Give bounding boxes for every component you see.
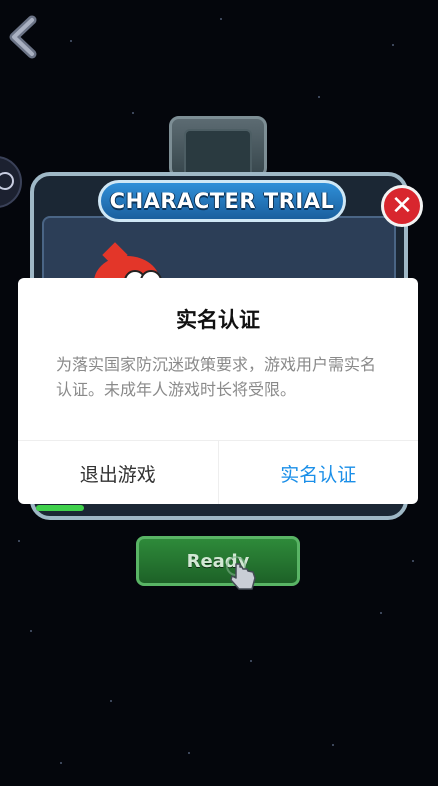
dialog-body: 为落实国家防沉迷政策要求，游戏用户需实名认证。未成年人游戏时长将受限。	[56, 355, 377, 399]
banner-title: CHARACTER TRIAL	[109, 189, 335, 213]
hand-pointer-icon	[226, 556, 256, 590]
real-name-dialog: 实名认证 为落实国家防沉迷政策要求，游戏用户需实名认证。未成年人游戏时长将受限。…	[18, 278, 418, 504]
title-banner: CHARACTER TRIAL	[98, 180, 346, 222]
dialog-title: 实名认证	[176, 308, 260, 332]
progress-fill	[36, 505, 85, 511]
close-icon: ✕	[391, 191, 413, 221]
ready-button[interactable]: Ready	[136, 536, 300, 586]
close-button[interactable]: ✕	[381, 185, 423, 227]
panel-top-tab	[169, 116, 267, 178]
progress-bar	[36, 505, 85, 511]
verify-identity-button[interactable]: 实名认证	[219, 441, 419, 504]
dialog-actions: 退出游戏 实名认证	[18, 440, 418, 504]
exit-game-button[interactable]: 退出游戏	[18, 441, 219, 504]
side-menu-icon	[0, 172, 14, 190]
back-arrow-icon[interactable]	[6, 14, 40, 60]
